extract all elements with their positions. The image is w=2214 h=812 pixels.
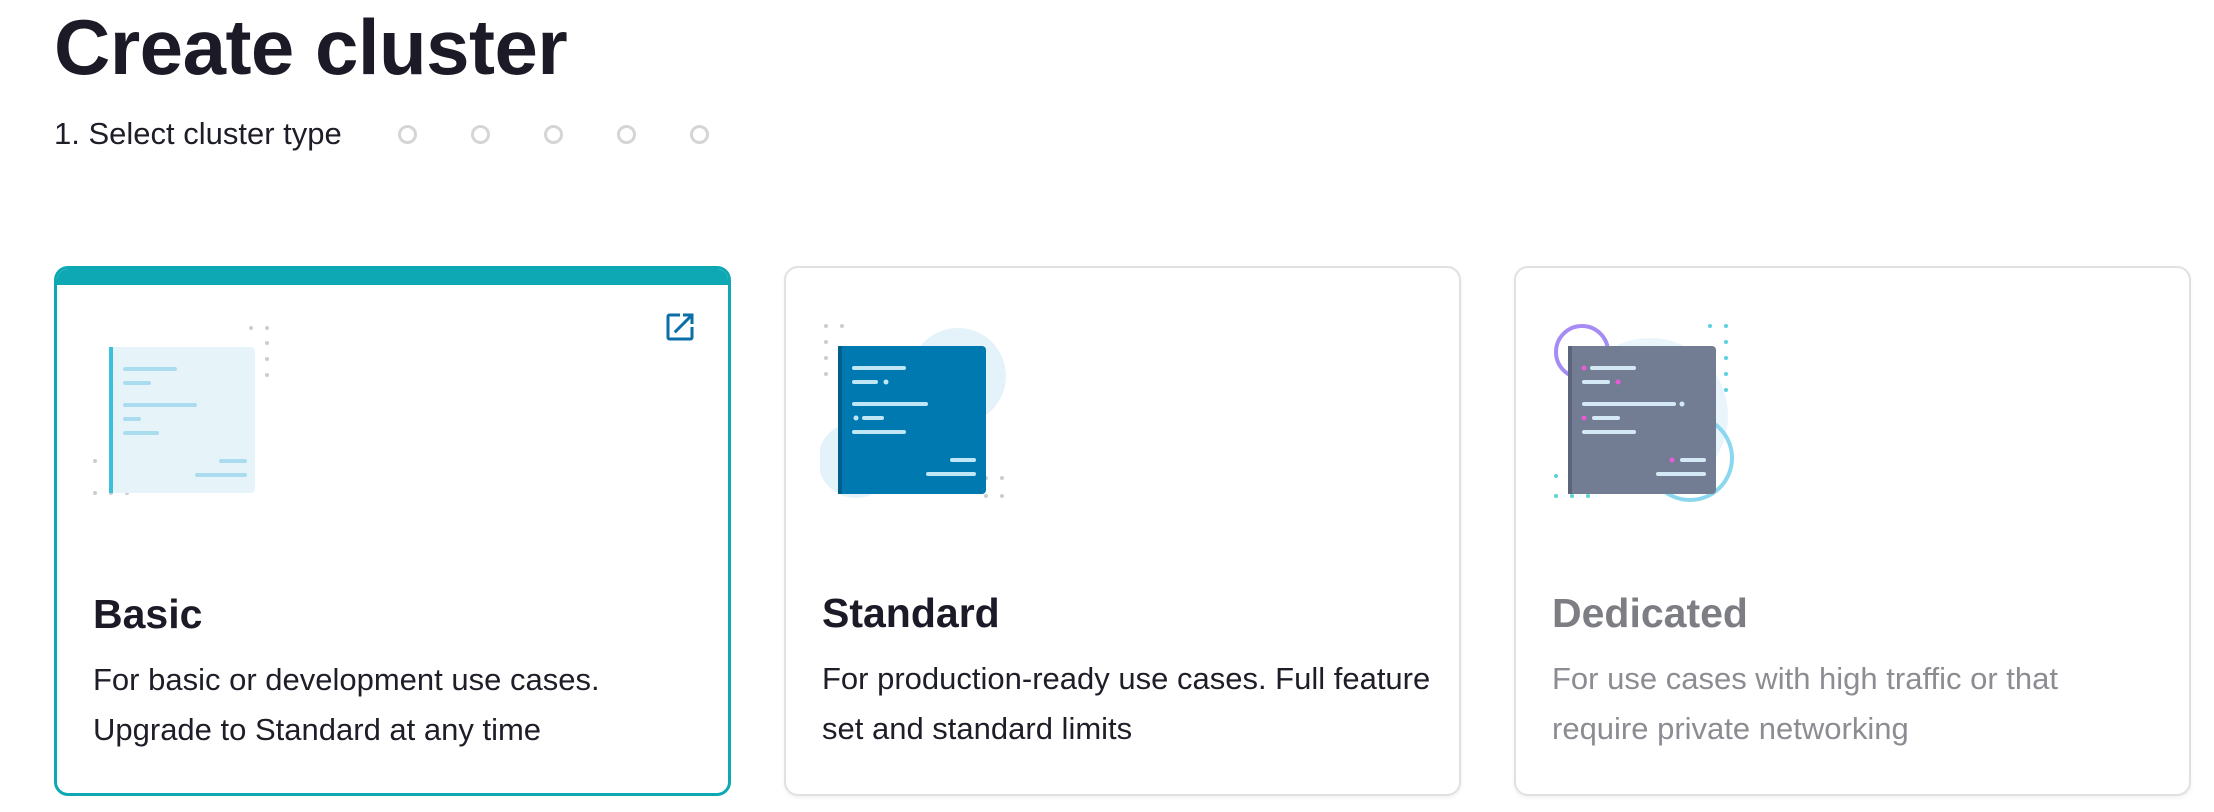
card-description: For basic or development use cases. Upgr… — [93, 662, 600, 747]
step-3-dot[interactable] — [470, 124, 490, 144]
step-6-dot[interactable] — [689, 124, 709, 144]
basic-cluster-illustration — [93, 326, 269, 495]
stepper: 1. Select cluster type — [54, 112, 763, 156]
cluster-card-basic[interactable]: Basic For basic or development use cases… — [54, 266, 731, 796]
external-link-icon[interactable] — [662, 309, 698, 345]
dedicated-cluster-illustration — [1554, 324, 1734, 502]
cluster-card-standard[interactable]: Standard For production-ready use cases.… — [784, 266, 1461, 796]
card-description: For production-ready use cases. Full fea… — [822, 661, 1431, 746]
cluster-card-dedicated[interactable]: Dedicated For use cases with high traffi… — [1514, 266, 2191, 796]
step-2-dot[interactable] — [397, 124, 417, 144]
card-title: Standard — [822, 590, 1000, 636]
card-title: Basic — [93, 591, 203, 637]
standard-cluster-illustration — [820, 324, 1006, 498]
step-4-dot[interactable] — [543, 124, 563, 144]
selected-indicator-bar — [57, 269, 728, 285]
current-step-label: 1. Select cluster type — [54, 116, 342, 151]
card-title: Dedicated — [1552, 590, 1748, 636]
card-description: For use cases with high traffic or that … — [1552, 661, 2058, 746]
page-title: Create cluster — [54, 3, 568, 91]
step-5-dot[interactable] — [616, 124, 636, 144]
